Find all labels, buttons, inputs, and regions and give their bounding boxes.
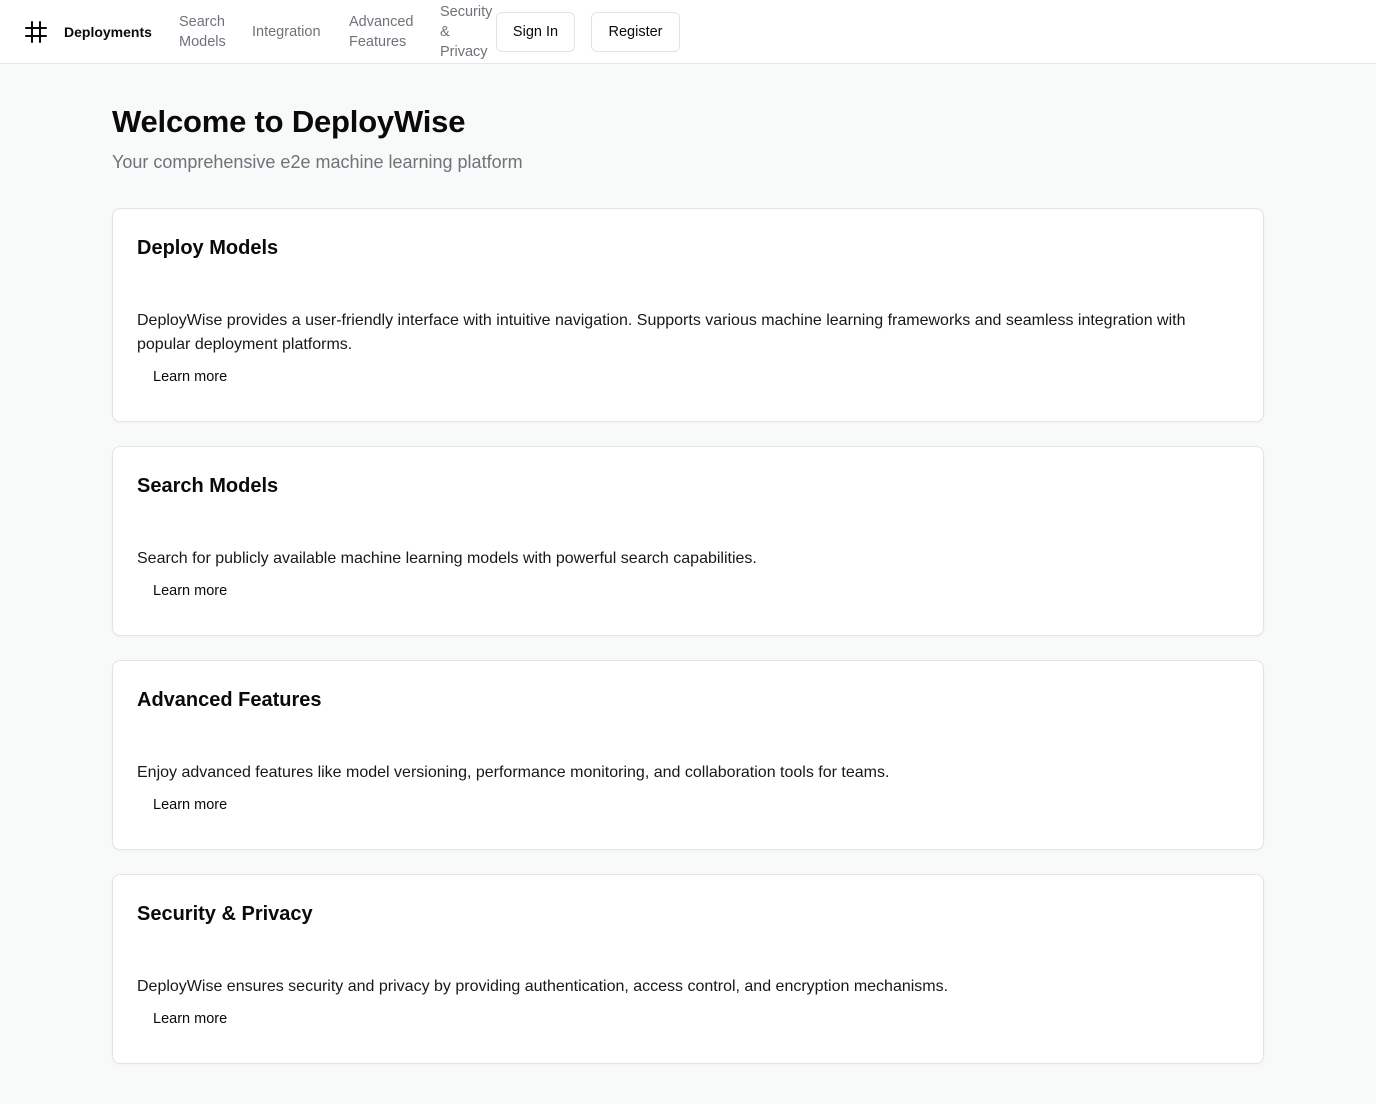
- feature-card-deploy-models: Deploy Models DeployWise provides a user…: [112, 208, 1264, 422]
- card-description: DeployWise provides a user-friendly inte…: [137, 312, 1186, 353]
- learn-more-button[interactable]: Learn more: [137, 789, 243, 821]
- card-description: Enjoy advanced features like model versi…: [137, 764, 890, 781]
- feature-card-search-models: Search Models Search for publicly availa…: [112, 446, 1264, 636]
- top-navigation-bar: Deployments Search Models Integration Ad…: [0, 0, 1376, 64]
- feature-card-advanced-features: Advanced Features Enjoy advanced feature…: [112, 660, 1264, 850]
- learn-more-button[interactable]: Learn more: [137, 575, 243, 607]
- hash-grid-icon[interactable]: [24, 20, 48, 44]
- card-title: Search Models: [137, 475, 279, 497]
- nav-link-integration[interactable]: Integration: [252, 22, 321, 42]
- sign-in-button[interactable]: Sign In: [496, 12, 575, 52]
- card-title: Advanced Features: [137, 689, 322, 711]
- learn-more-button[interactable]: Learn more: [137, 361, 243, 393]
- page-title: Welcome to DeployWise: [112, 104, 466, 139]
- card-description: DeployWise ensures security and privacy …: [137, 978, 949, 995]
- nav-link-advanced-features[interactable]: Advanced Features: [349, 12, 414, 52]
- card-title: Security & Privacy: [137, 903, 313, 925]
- nav-link-security-privacy[interactable]: Security & Privacy: [440, 2, 492, 62]
- feature-card-security-privacy: Security & Privacy DeployWise ensures se…: [112, 874, 1264, 1064]
- nav-link-search-models[interactable]: Search Models: [179, 12, 226, 52]
- card-title: Deploy Models: [137, 237, 279, 259]
- card-description: Search for publicly available machine le…: [137, 550, 757, 567]
- brand-link-deployments[interactable]: Deployments: [64, 22, 152, 42]
- page-subtitle: Your comprehensive e2e machine learning …: [112, 152, 523, 172]
- register-button[interactable]: Register: [591, 12, 680, 52]
- learn-more-button[interactable]: Learn more: [137, 1003, 243, 1035]
